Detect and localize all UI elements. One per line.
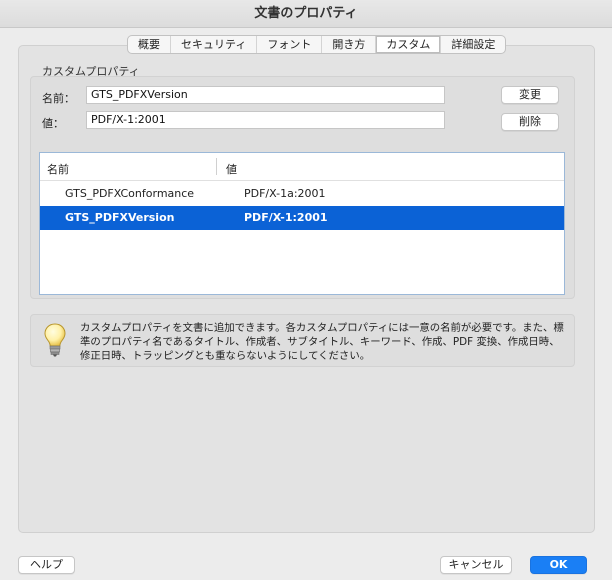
tab-bar: 概要 セキュリティ フォント 開き方 カスタム 詳細設定 bbox=[127, 35, 507, 54]
tab-advanced[interactable]: 詳細設定 bbox=[441, 36, 505, 53]
info-text: カスタムプロパティを文書に追加できます。各カスタムプロパティには一意の名前が必要… bbox=[80, 322, 564, 362]
column-header-name[interactable]: 名前 bbox=[47, 161, 69, 177]
window-title: 文書のプロパティ bbox=[254, 6, 358, 21]
table-row-selected[interactable]: GTS_PDFXVersion PDF/X-1:2001 bbox=[40, 206, 564, 230]
row-name: GTS_PDFXConformance bbox=[65, 187, 195, 200]
ok-button[interactable]: OK bbox=[530, 556, 587, 574]
tab-fonts[interactable]: フォント bbox=[257, 36, 323, 53]
row-value: PDF/X-1:2001 bbox=[244, 211, 328, 224]
tab-initial-view[interactable]: 開き方 bbox=[322, 36, 377, 53]
lightbulb-icon bbox=[44, 323, 66, 360]
column-divider[interactable] bbox=[216, 158, 217, 175]
name-label: 名前： bbox=[42, 92, 75, 105]
change-button[interactable]: 変更 bbox=[501, 86, 559, 104]
properties-table: 名前 値 GTS_PDFXConformance PDF/X-1a:2001 G… bbox=[39, 152, 565, 295]
value-input[interactable]: PDF/X-1:2001 bbox=[86, 111, 445, 129]
value-label: 値： bbox=[42, 117, 64, 130]
row-value: PDF/X-1a:2001 bbox=[244, 187, 326, 200]
cancel-button[interactable]: キャンセル bbox=[440, 556, 512, 574]
window-titlebar: 文書のプロパティ bbox=[0, 0, 612, 28]
tab-overview[interactable]: 概要 bbox=[128, 36, 171, 53]
column-header-value[interactable]: 値 bbox=[226, 161, 237, 177]
table-row[interactable]: GTS_PDFXConformance PDF/X-1a:2001 bbox=[40, 182, 564, 206]
info-box: カスタムプロパティを文書に追加できます。各カスタムプロパティには一意の名前が必要… bbox=[30, 314, 575, 367]
tab-security[interactable]: セキュリティ bbox=[171, 36, 258, 53]
table-header: 名前 値 bbox=[40, 153, 564, 181]
row-name: GTS_PDFXVersion bbox=[65, 211, 175, 224]
tab-custom[interactable]: カスタム bbox=[376, 36, 442, 53]
delete-button[interactable]: 削除 bbox=[501, 113, 559, 131]
name-input[interactable]: GTS_PDFXVersion bbox=[86, 86, 445, 104]
help-button[interactable]: ヘルプ bbox=[18, 556, 75, 574]
